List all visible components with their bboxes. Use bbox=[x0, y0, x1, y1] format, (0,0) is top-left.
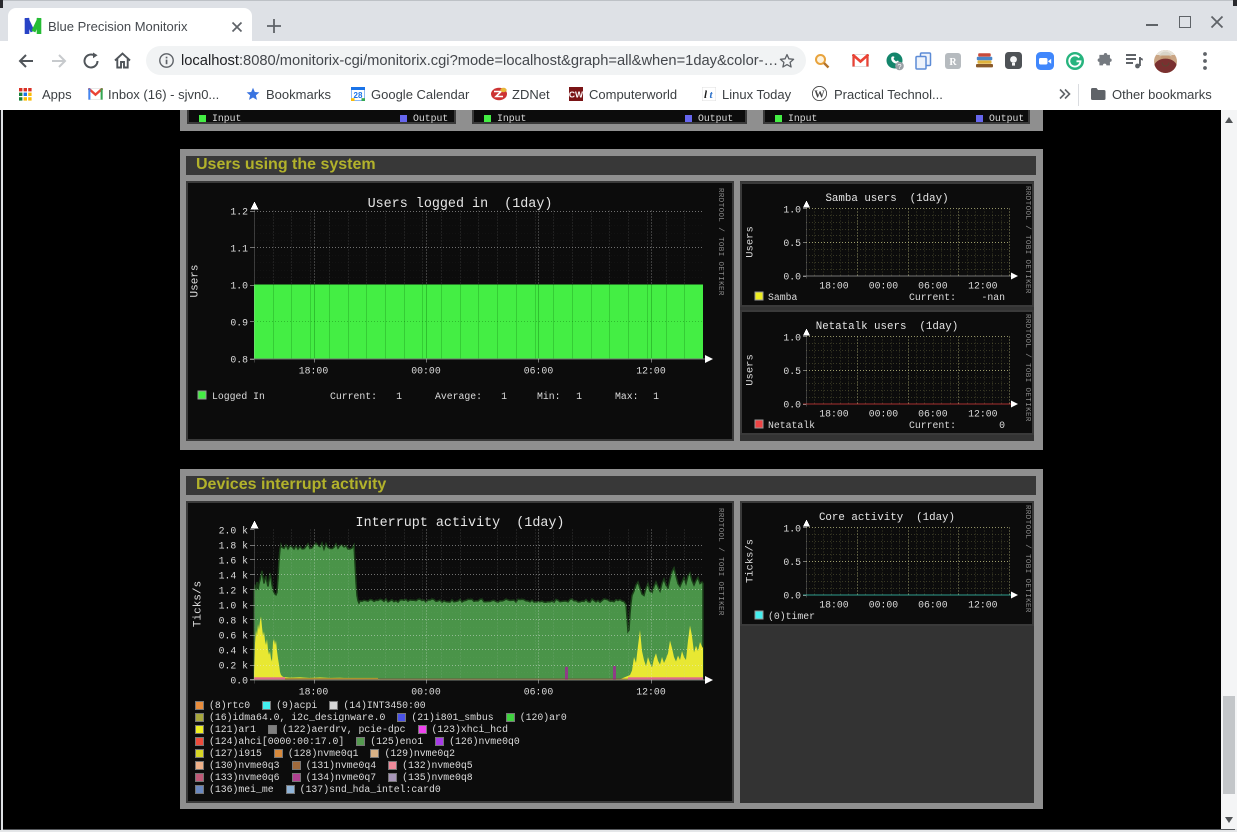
svg-text:1.0: 1.0 bbox=[230, 281, 248, 292]
svg-text:12:00: 12:00 bbox=[968, 600, 998, 611]
svg-text:0.4 k: 0.4 k bbox=[219, 646, 249, 657]
svg-text:28: 28 bbox=[354, 91, 363, 100]
svg-text:Max:: Max: bbox=[615, 391, 639, 402]
svg-text:18:00: 18:00 bbox=[299, 366, 329, 377]
svg-text:00:00: 00:00 bbox=[411, 687, 441, 698]
svg-text:0.9: 0.9 bbox=[230, 318, 248, 329]
svg-text:Samba users (1day): Samba users (1day) bbox=[825, 193, 948, 205]
svg-text:Netatalk users (1day): Netatalk users (1day) bbox=[816, 321, 959, 333]
svg-text:2.0 k: 2.0 k bbox=[219, 526, 249, 537]
svg-text:00:00: 00:00 bbox=[869, 409, 899, 420]
svg-text:0.5: 0.5 bbox=[783, 557, 801, 568]
svg-text:0.0: 0.0 bbox=[783, 400, 801, 411]
svg-text:W: W bbox=[814, 89, 825, 100]
svg-text:R: R bbox=[949, 57, 957, 68]
svg-text:1.6 k: 1.6 k bbox=[219, 556, 249, 567]
svg-text:06:00: 06:00 bbox=[918, 409, 948, 420]
svg-text:00:00: 00:00 bbox=[869, 281, 899, 292]
svg-text:1.8 k: 1.8 k bbox=[219, 541, 249, 552]
svg-text:18:00: 18:00 bbox=[299, 687, 329, 698]
svg-text:12:00: 12:00 bbox=[968, 409, 998, 420]
svg-text:CW: CW bbox=[569, 90, 583, 100]
svg-text:Average:: Average: bbox=[435, 391, 482, 402]
svg-text:1.0: 1.0 bbox=[783, 524, 801, 535]
svg-text:0.5: 0.5 bbox=[783, 238, 801, 249]
svg-text:Min:: Min: bbox=[537, 391, 561, 402]
svg-text:1.4 k: 1.4 k bbox=[219, 571, 249, 582]
svg-text:1: 1 bbox=[653, 391, 659, 402]
svg-text:06:00: 06:00 bbox=[918, 281, 948, 292]
svg-text:1.0: 1.0 bbox=[783, 333, 801, 344]
svg-text:0.2 k: 0.2 k bbox=[219, 661, 249, 672]
svg-text:Current:: Current: bbox=[330, 391, 377, 402]
svg-text:0: 0 bbox=[999, 420, 1005, 431]
svg-text:0.5: 0.5 bbox=[783, 366, 801, 377]
svg-text:Interrupt activity (1day): Interrupt activity (1day) bbox=[356, 516, 565, 531]
svg-text:06:00: 06:00 bbox=[524, 366, 554, 377]
svg-text:12:00: 12:00 bbox=[636, 366, 666, 377]
svg-text:1: 1 bbox=[576, 391, 582, 402]
svg-text:06:00: 06:00 bbox=[918, 600, 948, 611]
svg-text:0.0: 0.0 bbox=[783, 591, 801, 602]
svg-text:0.0: 0.0 bbox=[783, 272, 801, 283]
svg-text:Logged In: Logged In bbox=[212, 391, 265, 402]
svg-text:18:00: 18:00 bbox=[819, 600, 849, 611]
svg-text:12:00: 12:00 bbox=[968, 281, 998, 292]
svg-text:Current:: Current: bbox=[909, 420, 956, 431]
svg-text:Users logged in (1day): Users logged in (1day) bbox=[368, 197, 553, 212]
svg-text:00:00: 00:00 bbox=[411, 366, 441, 377]
svg-text:12:00: 12:00 bbox=[636, 687, 666, 698]
svg-text:0.8 k: 0.8 k bbox=[219, 616, 249, 627]
svg-text:0.6 k: 0.6 k bbox=[219, 631, 249, 642]
svg-text:0.8: 0.8 bbox=[230, 355, 248, 366]
svg-text:1: 1 bbox=[396, 391, 402, 402]
svg-text:1.1: 1.1 bbox=[230, 244, 248, 255]
svg-text:1.2 k: 1.2 k bbox=[219, 586, 249, 597]
svg-text:(0)timer: (0)timer bbox=[768, 611, 815, 622]
svg-text:-nan: -nan bbox=[981, 292, 1005, 303]
svg-text:?: ? bbox=[897, 62, 901, 71]
svg-text:18:00: 18:00 bbox=[819, 409, 849, 420]
svg-text:1: 1 bbox=[501, 391, 507, 402]
svg-text:Core activity (1day): Core activity (1day) bbox=[819, 512, 955, 524]
svg-text:Netatalk: Netatalk bbox=[768, 420, 815, 431]
svg-text:00:00: 00:00 bbox=[869, 600, 899, 611]
svg-text:Samba: Samba bbox=[768, 292, 798, 303]
svg-text:1.2: 1.2 bbox=[230, 207, 248, 218]
svg-text:18:00: 18:00 bbox=[819, 281, 849, 292]
svg-text:06:00: 06:00 bbox=[524, 687, 554, 698]
svg-text:0.0: 0.0 bbox=[230, 676, 248, 687]
svg-text:Current:: Current: bbox=[909, 292, 956, 303]
svg-text:1.0: 1.0 bbox=[783, 205, 801, 216]
